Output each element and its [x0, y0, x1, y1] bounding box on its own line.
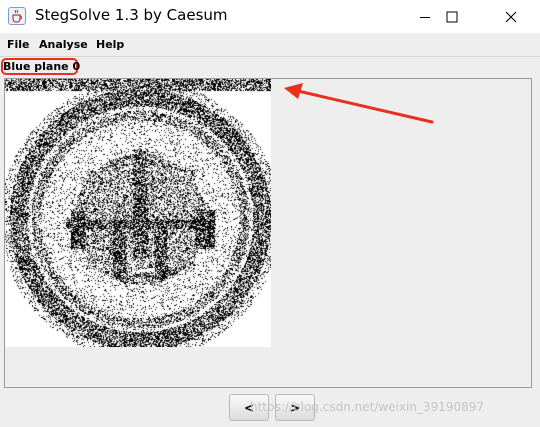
close-icon: [505, 11, 517, 22]
menu-analyse[interactable]: Analyse: [39, 38, 88, 51]
maximize-button[interactable]: [429, 0, 475, 33]
menu-file[interactable]: File: [7, 38, 30, 51]
title-bar: StegSolve 1.3 by Caesum: [0, 0, 540, 33]
menu-help[interactable]: Help: [96, 38, 124, 51]
menu-bar: File Analyse Help: [0, 33, 540, 57]
window-title: StegSolve 1.3 by Caesum: [35, 6, 228, 24]
annotation-arrow: [284, 83, 434, 124]
java-cup-icon: [8, 7, 26, 25]
maximize-icon: [446, 11, 458, 22]
main-content: Blue plane 0 < > https://blog.csdn.net/w…: [0, 57, 540, 427]
watermark-text: https://blog.csdn.net/weixin_39190897: [250, 400, 485, 414]
close-button[interactable]: [488, 0, 534, 33]
